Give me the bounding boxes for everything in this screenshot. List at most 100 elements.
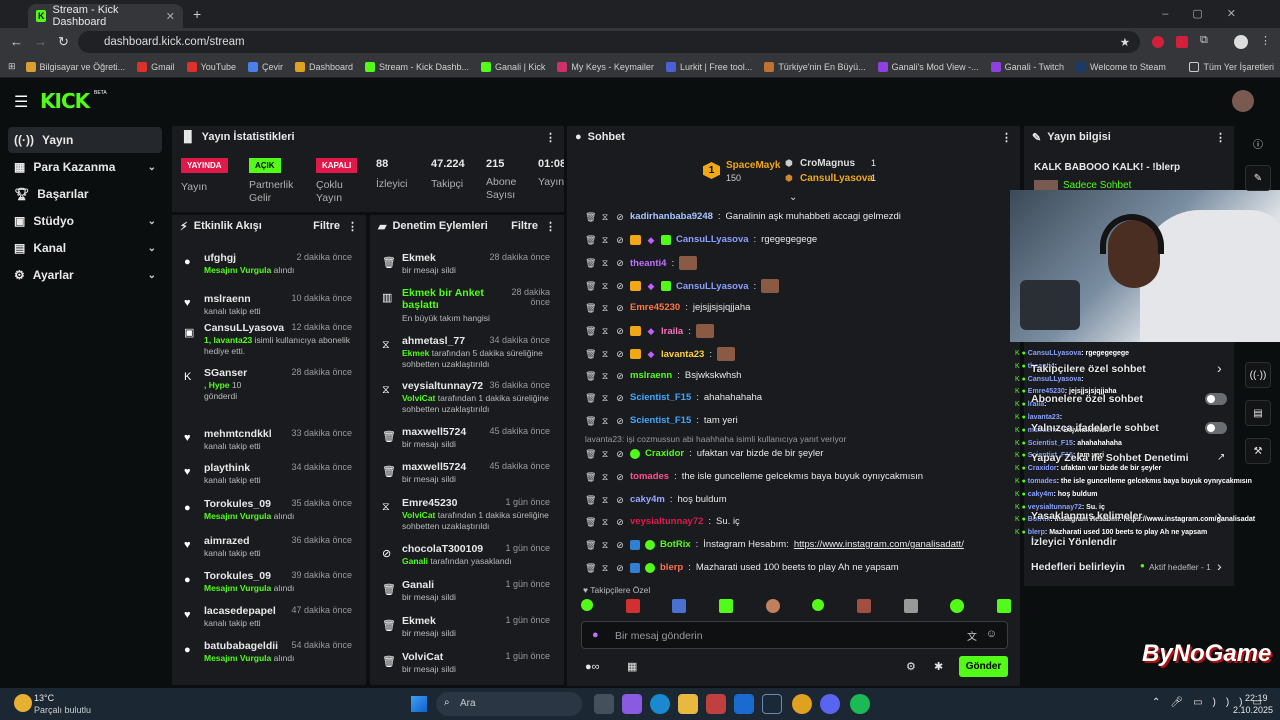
moderation-item[interactable]: ⧖ ahmetasl_77 34 dakika önce Ekmek tarafınd… [370, 335, 560, 375]
sidebar-item-studyo[interactable]: ▣ Stüdyo ⌄ [8, 208, 162, 234]
activity-item[interactable]: ♥ playthink 34 dakika önce kanalı takip ett… [172, 462, 362, 496]
moderation-target[interactable]: Ekmek bir Anket başlattı [402, 287, 514, 311]
chat-username[interactable]: CansuLLyasova [676, 281, 749, 292]
timeout-icon[interactable]: ⧖ [600, 495, 610, 505]
chat-username[interactable]: blerp [660, 562, 683, 573]
edit-icon[interactable]: ✎ [1245, 165, 1271, 191]
edge-icon[interactable] [650, 694, 670, 714]
outlook-icon[interactable] [734, 694, 754, 714]
activity-user[interactable]: mehmtcndkkl [204, 428, 272, 440]
ban-icon[interactable]: ⊘ [615, 517, 625, 527]
extension-icon-1[interactable] [1152, 36, 1164, 48]
copilot-icon[interactable] [622, 694, 642, 714]
chat-message[interactable]: 🗑︎ ⧖ ⊘ kadirhanbaba9248: Ganalinin aşk muhab… [585, 211, 901, 222]
activity-item[interactable]: ♥ mehmtcndkkl 33 dakika önce kanalı takip e… [172, 428, 362, 462]
chevron-right-icon[interactable]: › [1217, 507, 1222, 523]
delete-message-icon[interactable]: 🗑︎ [585, 212, 596, 222]
chat-message[interactable]: 🗑︎ ⧖ ⊘ mslraenn: Bsjwkskwhsh [585, 370, 741, 381]
timeout-icon[interactable]: ⧖ [600, 449, 610, 459]
delete-message-icon[interactable]: 🗑︎ [585, 258, 596, 268]
emote-icon[interactable] [996, 599, 1011, 613]
chat-username[interactable]: CansuLLyasova [676, 234, 749, 245]
ban-icon[interactable]: ⊘ [615, 540, 625, 550]
tools-icon[interactable]: ⚒ [1245, 438, 1271, 464]
apps-icon[interactable]: ⊞ [8, 61, 16, 72]
bookmark-2[interactable]: YouTube [186, 61, 236, 72]
chat-link[interactable]: https://www.instagram.com/ganalisadatt/ [794, 539, 964, 550]
taskbar-search[interactable]: ⌕ Ara [436, 692, 582, 716]
ban-icon[interactable]: ⊘ [615, 472, 625, 482]
setting-row[interactable]: İzleyici Yönlendir [1031, 536, 1229, 550]
activity-user[interactable]: lacasedepapel [204, 605, 276, 617]
moderation-item[interactable]: 🗑︎ Ganali 1 gün önce bir mesajı sildi [370, 579, 560, 619]
ban-icon[interactable]: ⊘ [615, 303, 625, 313]
ban-icon[interactable]: ⊘ [615, 212, 625, 222]
chat-message[interactable]: 🗑︎ ⧖ ⊘ BotRix: İnstagram Hesabım: https://ww… [585, 539, 964, 550]
bookmark-star-icon[interactable]: ★ [1120, 35, 1130, 49]
timeout-icon[interactable]: ⧖ [600, 517, 610, 527]
delete-message-icon[interactable]: 🗑︎ [585, 371, 596, 381]
browser-tab-active[interactable]: K Stream - Kick Dashboard ✕ [28, 4, 183, 28]
ban-icon[interactable]: ⊘ [615, 416, 625, 426]
close-tab-icon[interactable]: ✕ [166, 10, 175, 23]
more-options-icon[interactable]: ⋮ [1215, 131, 1226, 144]
delete-message-icon[interactable]: 🗑︎ [585, 349, 596, 359]
reload-icon[interactable]: ↻ [58, 34, 69, 50]
menu-icon[interactable]: ⋮ [1260, 34, 1271, 47]
bookmark-12[interactable]: Welcome to Steam [1076, 61, 1166, 72]
chat-username[interactable]: Scientist_F15 [630, 392, 691, 403]
moderation-item[interactable]: 🗑︎ maxwell5724 45 dakika önce bir mesajı si… [370, 461, 560, 501]
chat-username[interactable]: lavanta23 [661, 349, 704, 360]
sidebar-item-yayin[interactable]: ((·)) Yayın [8, 127, 162, 153]
more-options-icon[interactable]: ⋮ [545, 220, 556, 233]
emote-icon[interactable] [950, 599, 965, 613]
emote-icon[interactable] [672, 599, 687, 613]
info-icon[interactable]: ⓘ [1245, 130, 1271, 156]
chat-username[interactable]: Scientist_F15 [630, 415, 691, 426]
leaderboard-top-user[interactable]: SpaceMayk [726, 160, 780, 171]
activity-user[interactable]: playthink [204, 462, 250, 474]
broadcast-tool-icon[interactable]: ((·)) [1245, 362, 1271, 388]
hamburger-menu-icon[interactable]: ☰ [14, 92, 28, 112]
chat-message[interactable]: 🗑︎ ⧖ ⊘ ◆ lavanta23: [585, 347, 735, 361]
chat-message[interactable]: 🗑︎ ⧖ ⊘ Craxidor: ufaktan var bizde de bir şe… [585, 448, 823, 459]
address-bar[interactable]: dashboard.kick.com/stream ★ [78, 31, 1140, 53]
delete-message-icon[interactable]: 🗑︎ [585, 563, 596, 573]
activity-item[interactable]: ● ufghgj 2 dakika önce Mesajını Vurgula alı… [172, 252, 362, 286]
delete-message-icon[interactable]: 🗑︎ [585, 326, 596, 336]
timeout-icon[interactable]: ⧖ [600, 416, 610, 426]
ban-icon[interactable]: ⊘ [615, 393, 625, 403]
delete-message-icon[interactable]: 🗑︎ [585, 416, 596, 426]
moderation-target[interactable]: Ekmek [402, 615, 514, 627]
delete-message-icon[interactable]: 🗑︎ [585, 495, 596, 505]
chat-username[interactable]: kadirhanbaba9248 [630, 211, 713, 222]
chat-message[interactable]: 🗑︎ ⧖ ⊘ theanti4: [585, 256, 698, 270]
user-avatar[interactable] [1232, 90, 1254, 112]
explorer-icon[interactable] [678, 694, 698, 714]
extension-icon-2[interactable] [1176, 36, 1188, 48]
sidebar-item-para-kazanma[interactable]: ▦ Para Kazanma ⌄ [8, 154, 162, 180]
activity-item[interactable]: ● batubabageldii 54 dakika önce Mesajını Vu… [172, 640, 362, 674]
chat-username[interactable]: Emre45230 [630, 302, 680, 313]
bookmark-5[interactable]: Stream - Kick Dashb... [365, 61, 469, 72]
chat-username[interactable]: Craxidor [645, 448, 684, 459]
delete-message-icon[interactable]: 🗑︎ [585, 303, 596, 313]
moderation-target[interactable]: VolviCat [402, 651, 514, 663]
task-view-icon[interactable] [594, 694, 614, 714]
leaderboard-second-user[interactable]: CroMagnus [800, 158, 855, 169]
activity-user[interactable]: ufghgj [204, 252, 236, 264]
chat-message[interactable]: 🗑︎ ⧖ ⊘ tomades: the isle guncelleme gelcekmı… [585, 471, 923, 482]
activity-item[interactable]: ♥ aimrazed 36 dakika önce kanalı takip etti [172, 535, 362, 569]
setting-row[interactable]: Abonelere özel sohbet [1031, 393, 1229, 407]
ban-icon[interactable]: ⊘ [615, 326, 625, 336]
moderation-target[interactable]: chocolaT300109 [402, 543, 514, 555]
timeout-icon[interactable]: ⧖ [600, 303, 610, 313]
timeout-icon[interactable]: ⧖ [600, 472, 610, 482]
delete-message-icon[interactable]: 🗑︎ [585, 540, 596, 550]
gift-box-icon[interactable]: ▦ [627, 660, 637, 673]
bookmark-10[interactable]: Ganali's Mod View -... [877, 61, 979, 72]
activity-user[interactable]: Torokules_09 [204, 498, 271, 510]
chat-message[interactable]: 🗑︎ ⧖ ⊘ ◆ lraila: [585, 324, 714, 338]
bookmark-3[interactable]: Çevir [247, 61, 283, 72]
moderation-item[interactable]: 🗑︎ Ekmek 28 dakika önce bir mesajı sildi [370, 252, 560, 292]
